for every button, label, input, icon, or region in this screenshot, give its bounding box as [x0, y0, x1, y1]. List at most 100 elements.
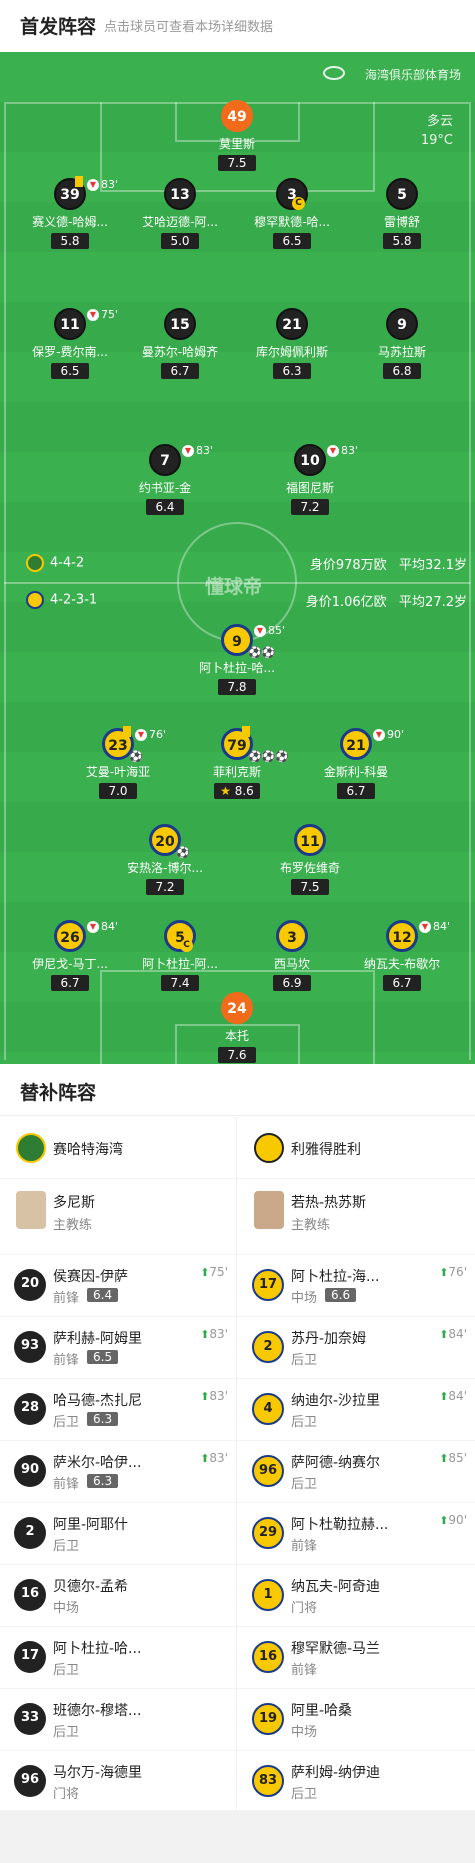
home-player[interactable]: 39 ▼ 83' 赛义德-哈姆... 5.8 [15, 176, 125, 249]
player-rating-value: 8.6 [234, 784, 254, 798]
player-name: 库尔姆佩利斯 [255, 345, 328, 359]
away-player[interactable]: 5 C 阿卜杜拉-阿... 7.4 [125, 920, 235, 991]
player-rating: 6.9 [273, 975, 311, 991]
home-player[interactable]: 15 曼苏尔-哈姆齐 6.7 [125, 308, 235, 379]
sub-on-minute: 84' [448, 1389, 467, 1403]
sub-off-minute: 85' [268, 624, 286, 637]
sub-player-row[interactable]: 1 纳瓦夫-阿奇迪 门将 [238, 1564, 475, 1626]
sub-off-icon: ▼ [254, 625, 266, 637]
player-position: 后卫 [53, 1663, 80, 1678]
sub-player-row[interactable]: 2 阿里-阿耶什 后卫 [0, 1502, 236, 1564]
home-formation-text: 4-4-2 [50, 555, 85, 571]
player-number: 21 [276, 308, 308, 340]
player-position: 前锋 [291, 1663, 318, 1678]
player-number: 29 [252, 1517, 284, 1549]
player-name: 侯赛因-伊萨 [53, 1269, 129, 1285]
player-number: 21 [340, 728, 372, 760]
home-age: 平均32.1岁 [399, 558, 467, 573]
home-player[interactable]: 3 C 穆罕默德-哈... 6.5 [237, 178, 347, 249]
sub-player-row[interactable]: 16 贝德尔-孟希 中场 [0, 1564, 236, 1626]
home-player[interactable]: 21 库尔姆佩利斯 6.3 [237, 308, 347, 379]
away-team-row[interactable]: 利雅得胜利 [238, 1117, 475, 1179]
sub-player-row[interactable]: 96 萨阿德-纳赛尔 后卫 ⬆85' [238, 1440, 475, 1502]
player-number: 11 [54, 308, 86, 340]
player-position: 后卫 [53, 1415, 80, 1430]
away-age: 平均27.2岁 [399, 595, 467, 610]
player-name: 伊尼戈-马丁... [32, 957, 108, 971]
sub-player-row[interactable]: 93 萨利赫-阿姆里 前锋 6.5 ⬆83' [0, 1316, 236, 1378]
player-number: 3 [276, 920, 308, 952]
player-name: 福图尼斯 [285, 481, 334, 495]
player-name: 阿里-哈桑 [291, 1703, 353, 1719]
player-number: 19 [252, 1703, 284, 1735]
player-number: 20 [14, 1269, 46, 1301]
sub-off-minute: 83' [341, 444, 359, 457]
player-rating-value: 7.2 [155, 880, 175, 894]
player-name: 马尔万-海德里 [53, 1765, 143, 1781]
sub-player-row[interactable]: 96 马尔万-海德里 门将 [0, 1750, 236, 1812]
player-position: 中场 [291, 1291, 318, 1306]
home-team-row[interactable]: 赛哈特海湾 [0, 1117, 236, 1179]
sub-off-minute: 84' [101, 920, 119, 933]
player-number: 17 [252, 1269, 284, 1301]
sub-player-row[interactable]: 4 纳迪尔-沙拉里 后卫 ⬆84' [238, 1378, 475, 1440]
away-player[interactable]: 26 ▼ 84' 伊尼戈-马丁... 6.7 [15, 920, 125, 991]
home-player[interactable]: 11 ▼ 75' 保罗-费尔南... 6.5 [15, 308, 125, 379]
away-player[interactable]: 23 ⚽ ▼ 76' 艾曼-叶海亚 7.0 [63, 726, 173, 799]
player-rating: 6.4 [146, 499, 184, 515]
sub-player-row[interactable]: 83 萨利姆-纳伊迪 后卫 [238, 1750, 475, 1812]
player-rating-value: 6.9 [282, 976, 302, 990]
away-player[interactable]: 12 ▼ 84' 纳瓦夫-布歇尔 6.7 [347, 920, 457, 991]
home-player[interactable]: 7 ▼ 83' 约书亚-金 6.4 [110, 444, 220, 515]
home-team-name: 赛哈特海湾 [53, 1142, 123, 1158]
sub-player-row[interactable]: 2 苏丹-加奈姆 后卫 ⬆84' [238, 1316, 475, 1378]
away-player[interactable]: 21 ▼ 90' 金斯利-科曼 6.7 [301, 728, 411, 799]
sub-off-minute: 75' [101, 308, 119, 321]
away-team-logo [254, 1133, 284, 1163]
player-rating-value: 6.8 [392, 364, 412, 378]
sub-player-row[interactable]: 16 穆罕默德-马兰 前锋 [238, 1626, 475, 1688]
home-coach[interactable]: 多尼斯 主教练 [0, 1179, 236, 1254]
player-rating-value: 7.4 [170, 976, 190, 990]
captain-badge: C [180, 939, 193, 952]
home-team-logo [16, 1133, 46, 1163]
away-player[interactable]: 11 布罗佐维奇 7.5 [255, 824, 365, 895]
away-player[interactable]: 3 西马坎 6.9 [237, 920, 347, 991]
player-number: 4 [252, 1393, 284, 1425]
player-position: 后卫 [291, 1787, 318, 1802]
home-player[interactable]: 13 艾哈迈德-阿... 5.0 [125, 178, 235, 249]
player-name: 贝德尔-孟希 [53, 1579, 129, 1595]
sub-off-icon: ▼ [419, 921, 431, 933]
home-player[interactable]: 10 ▼ 83' 福图尼斯 7.2 [255, 444, 365, 515]
sub-player-row[interactable]: 17 阿卜杜拉-海... 中场 6.6 ⬆76' [238, 1254, 475, 1316]
sub-off-icon: ▼ [373, 729, 385, 741]
sub-player-row[interactable]: 29 阿卜杜勒拉赫... 前锋 ⬆90' [238, 1502, 475, 1564]
away-player[interactable]: 20 ⚽ 安热洛-博尔... 7.2 [110, 824, 220, 895]
player-rating: 6.8 [383, 363, 421, 379]
player-rating-value: 6.5 [60, 364, 80, 378]
sub-off-icon: ▼ [135, 729, 147, 741]
away-player[interactable]: 9 ⚽⚽ ▼ 85' 阿卜杜拉-哈... 7.8 [182, 624, 292, 695]
player-rating: ★ 8.6 [214, 783, 260, 799]
away-coach[interactable]: 若热-热苏斯 主教练 [238, 1179, 475, 1254]
player-number: 83 [252, 1765, 284, 1797]
sub-player-row[interactable]: 90 萨米尔-哈伊... 前锋 6.3 ⬆83' [0, 1440, 236, 1502]
player-number: 12 [386, 920, 418, 952]
home-player[interactable]: 9 马苏拉斯 6.8 [347, 308, 457, 379]
sub-off-minute: 83' [101, 178, 119, 191]
sub-on-minute: 84' [448, 1327, 467, 1341]
home-player[interactable]: 5 雷博舒 5.8 [347, 178, 457, 249]
sub-player-row[interactable]: 17 阿卜杜拉-哈... 后卫 [0, 1626, 236, 1688]
away-player[interactable]: 24 本托 7.6 [182, 992, 292, 1063]
sub-player-row[interactable]: 33 班德尔-穆塔... 后卫 [0, 1688, 236, 1750]
player-name: 本托 [224, 1029, 249, 1043]
lineup-header: 首发阵容 点击球员可查看本场详细数据 [0, 0, 475, 52]
home-player[interactable]: 49 莫里斯 7.5 [182, 100, 292, 171]
sub-player-row[interactable]: 19 阿里-哈桑 中场 [238, 1688, 475, 1750]
sub-player-row[interactable]: 20 侯赛因-伊萨 前锋 6.4 ⬆75' [0, 1254, 236, 1316]
goal-icon: ⚽⚽ [248, 646, 276, 659]
player-name: 西马坎 [273, 957, 310, 971]
sub-player-row[interactable]: 28 哈马德-杰扎尼 后卫 6.3 ⬆83' [0, 1378, 236, 1440]
away-player[interactable]: 79 ⚽⚽⚽ 菲利克斯 ★ 8.6 [182, 726, 292, 799]
home-team-icon [26, 554, 44, 572]
